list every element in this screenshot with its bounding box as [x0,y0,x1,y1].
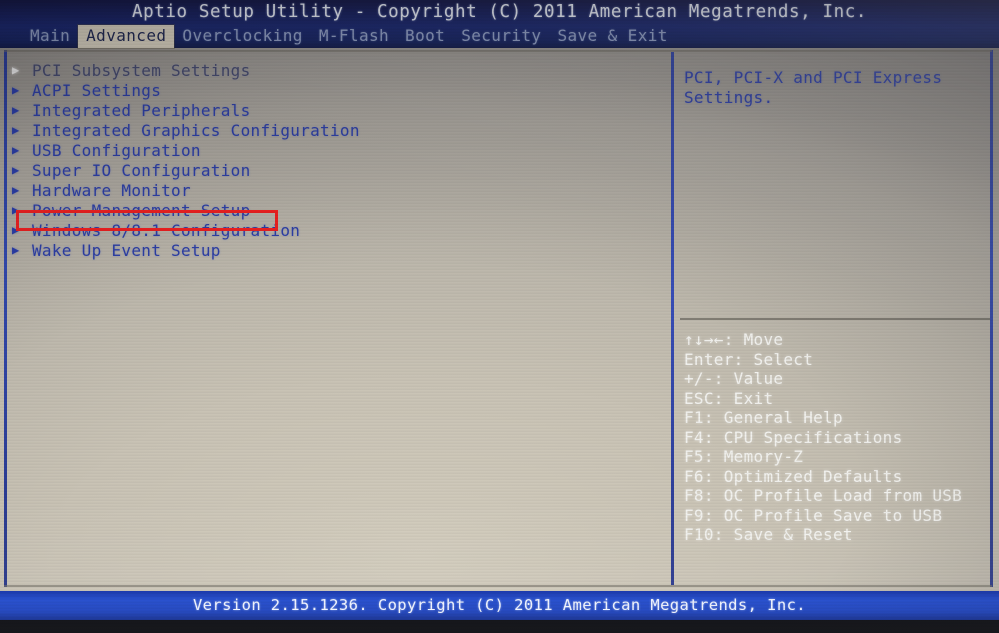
tab-save-exit[interactable]: Save & Exit [549,25,675,48]
main-tab-bar[interactable]: Main Advanced Overclocking M-Flash Boot Secur… [0,25,999,48]
menu-item-integrated-peripherals[interactable]: ▶ Integrated Peripherals [10,100,660,120]
window-border-right [990,50,993,587]
advanced-menu-list[interactable]: ▶ PCI Subsystem Settings ▶ ACPI Settings ▶ In… [10,60,660,260]
submenu-arrow-icon: ▶ [12,163,20,177]
key-hint: ↑↓→←: Move [684,330,784,349]
key-hint: F4: CPU Specifications [684,427,903,447]
window-border-left [4,50,7,587]
menu-item-label: ACPI Settings [32,80,162,100]
tab-m-flash[interactable]: M-Flash [311,25,397,48]
key-hint: F10: Save & Reset [684,525,853,544]
key-hint: F8: OC Profile Load from USB [684,486,963,505]
key-hint: +/-: Value [684,369,784,388]
menu-item-label: Wake Up Event Setup [32,240,221,260]
submenu-arrow-icon: ▶ [12,123,20,137]
menu-item-windows-8-8-1-configuration[interactable]: ▶ Windows 8/8.1 Configuration [10,220,660,240]
menu-item-label: PCI Subsystem Settings [32,60,251,80]
submenu-arrow-icon: ▶ [12,223,20,237]
menu-item-wake-up-event-setup[interactable]: ▶ Wake Up Event Setup [10,240,660,260]
submenu-arrow-icon: ▶ [12,83,20,97]
tab-security[interactable]: Security [453,25,549,48]
key-hint: F6: Optimized Defaults [684,466,903,486]
menu-item-pci-subsystem-settings[interactable]: ▶ PCI Subsystem Settings [10,60,660,80]
key-hint: ESC: Exit [684,388,774,408]
help-description: PCI, PCI-X and PCI Express Settings. [684,68,943,107]
key-hint: Enter: Select [684,349,814,369]
menu-item-super-io-configuration[interactable]: ▶ Super IO Configuration [10,160,660,180]
menu-item-acpi-settings[interactable]: ▶ ACPI Settings [10,80,660,100]
bios-setup-screen: Aptio Setup Utility - Copyright (C) 2011… [0,0,999,633]
menu-item-power-management-setup[interactable]: ▶ Power Management Setup [10,200,660,220]
submenu-arrow-icon: ▶ [12,103,20,117]
tab-overclocking[interactable]: Overclocking [174,25,310,48]
submenu-arrow-icon: ▶ [12,143,20,157]
key-legend-list: ↑↓→←: Move Enter: Select +/-: Value ESC: Ex… [684,330,984,545]
menu-item-label: Windows 8/8.1 Configuration [32,220,301,240]
tab-main[interactable]: Main [22,25,78,48]
key-hint: F5: Memory-Z [684,447,804,466]
menu-item-usb-configuration[interactable]: ▶ USB Configuration [10,140,660,160]
submenu-arrow-icon: ▶ [12,183,20,197]
menu-item-label: Super IO Configuration [32,160,251,180]
panel-divider [671,52,674,585]
help-panel-divider [680,318,990,320]
submenu-arrow-icon: ▶ [12,243,20,257]
menu-item-label: Power Management Setup [32,200,251,220]
menu-item-label: Integrated Peripherals [32,100,251,120]
key-hint: F9: OC Profile Save to USB [684,505,943,525]
menu-item-label: USB Configuration [32,140,201,160]
menu-item-label: Hardware Monitor [32,180,191,200]
window-border-bottom [4,585,992,587]
tab-boot[interactable]: Boot [397,25,453,48]
menu-item-integrated-graphics-configuration[interactable]: ▶ Integrated Graphics Configuration [10,120,660,140]
monitor-bezel [0,620,999,633]
menu-item-label: Integrated Graphics Configuration [32,120,360,140]
version-string: Version 2.15.1236. Copyright (C) 2011 Am… [192,596,807,614]
key-hint: F1: General Help [684,408,843,427]
page-title: Aptio Setup Utility - Copyright (C) 2011… [132,2,867,22]
menu-item-hardware-monitor[interactable]: ▶ Hardware Monitor [10,180,660,200]
submenu-arrow-icon: ▶ [12,203,20,217]
window-border-top [4,50,992,52]
submenu-arrow-icon: ▶ [12,63,20,77]
tab-advanced[interactable]: Advanced [78,25,175,48]
